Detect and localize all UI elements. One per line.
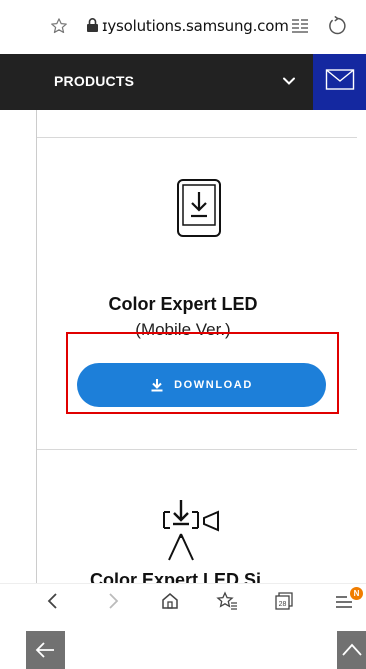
next-product-title: Color Expert LED Si...	[89, 570, 277, 583]
highlight-box	[66, 332, 339, 414]
tablet-download-icon	[176, 178, 222, 243]
lock-icon	[86, 17, 99, 38]
forward-icon[interactable]	[104, 591, 122, 616]
contact-mail-button[interactable]	[313, 54, 366, 110]
back-icon[interactable]	[44, 591, 62, 616]
mail-icon	[325, 69, 355, 90]
products-dropdown-label[interactable]: PRODUCTS	[54, 73, 134, 89]
browser-bottom-toolbar: 28 N	[0, 583, 366, 618]
back-arrow-icon	[35, 642, 54, 658]
camera-download-icon	[158, 490, 226, 569]
svg-text:28: 28	[279, 601, 287, 608]
bookmarks-icon[interactable]	[216, 591, 238, 616]
reader-mode-icon[interactable]	[290, 17, 310, 40]
star-icon[interactable]	[50, 17, 68, 40]
products-nav-bar: PRODUCTS	[0, 54, 366, 110]
notification-badge: N	[350, 587, 363, 600]
chevron-down-icon[interactable]	[281, 73, 297, 94]
scroll-up-icon	[342, 643, 362, 656]
url-text[interactable]: ɪysolutions.samsung.com	[102, 17, 289, 35]
divider	[37, 137, 357, 138]
reload-icon[interactable]	[327, 16, 347, 41]
back-arrow-button[interactable]	[26, 631, 65, 669]
scroll-up-button[interactable]	[337, 631, 366, 669]
product-title: Color Expert LED	[108, 294, 258, 314]
left-border-line	[36, 110, 37, 583]
home-icon[interactable]	[160, 591, 180, 616]
divider	[37, 449, 357, 450]
tabs-icon[interactable]: 28	[274, 591, 294, 616]
product-list: Color Expert LED (Mobile Ver.) DOWNLOAD …	[0, 110, 366, 669]
browser-url-bar[interactable]: ɪysolutions.samsung.com	[0, 0, 366, 54]
